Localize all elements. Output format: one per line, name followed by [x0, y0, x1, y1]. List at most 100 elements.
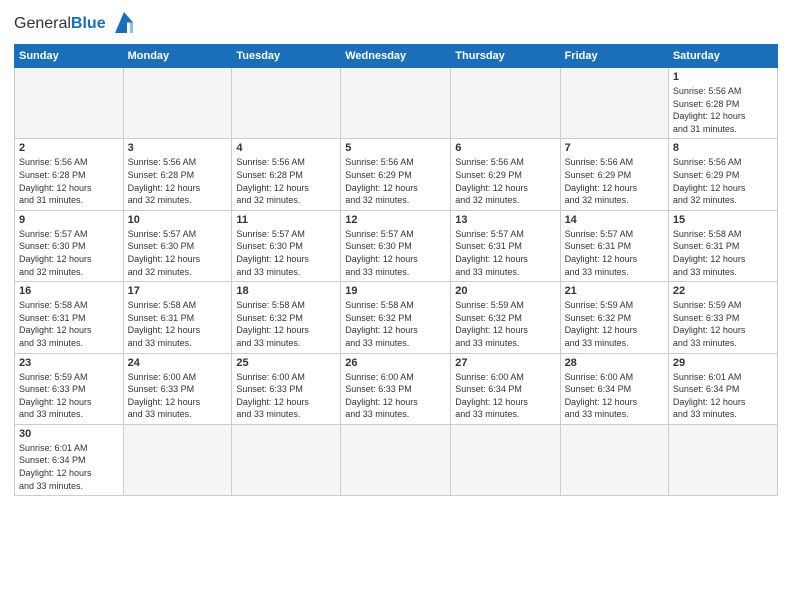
calendar-cell: 30 Sunrise: 6:01 AMSunset: 6:34 PMDayligh…	[15, 424, 124, 495]
day-info: Sunrise: 5:58 AMSunset: 6:32 PMDaylight:…	[345, 299, 446, 349]
calendar-cell: 6 Sunrise: 5:56 AMSunset: 6:29 PMDaylight…	[451, 139, 560, 210]
calendar-cell: 8Sunrise: 5:56 AMSunset: 6:29 PMDaylight…	[668, 139, 777, 210]
day-number: 27	[455, 357, 555, 369]
day-number: 21	[565, 285, 664, 297]
day-info: Sunrise: 6:00 AMSunset: 6:33 PMDaylight:…	[236, 371, 336, 421]
calendar-cell	[123, 424, 232, 495]
day-info: Sunrise: 6:00 AMSunset: 6:33 PMDaylight:…	[345, 371, 446, 421]
day-info: Sunrise: 5:56 AMSunset: 6:28 PMDaylight:…	[128, 156, 228, 206]
calendar-cell: 17 Sunrise: 5:58 AMSunset: 6:31 PMDayligh…	[123, 282, 232, 353]
day-number: 25	[236, 357, 336, 369]
logo-text: GeneralBlue	[14, 15, 106, 33]
day-info: Sunrise: 5:56 AMSunset: 6:28 PMDaylight:…	[673, 85, 773, 135]
calendar-cell: 25 Sunrise: 6:00 AMSunset: 6:33 PMDayligh…	[232, 353, 341, 424]
day-number: 1	[673, 71, 773, 83]
day-number: 13	[455, 214, 555, 226]
day-number: 9	[19, 214, 119, 226]
day-info: Sunrise: 5:58 AMSunset: 6:32 PMDaylight:…	[236, 299, 336, 349]
calendar-cell: 24 Sunrise: 6:00 AMSunset: 6:33 PMDayligh…	[123, 353, 232, 424]
day-info: Sunrise: 5:57 AMSunset: 6:30 PMDaylight:…	[345, 228, 446, 278]
day-info: Sunrise: 6:01 AMSunset: 6:34 PMDaylight:…	[673, 371, 773, 421]
calendar-cell: 15Sunrise: 5:58 AMSunset: 6:31 PMDayligh…	[668, 210, 777, 281]
calendar-cell: 14 Sunrise: 5:57 AMSunset: 6:31 PMDayligh…	[560, 210, 668, 281]
day-info: Sunrise: 5:56 AMSunset: 6:29 PMDaylight:…	[455, 156, 555, 206]
calendar-cell	[451, 424, 560, 495]
day-info: Sunrise: 5:57 AMSunset: 6:31 PMDaylight:…	[565, 228, 664, 278]
calendar-cell	[232, 68, 341, 139]
day-number: 8	[673, 142, 773, 154]
calendar-cell	[451, 68, 560, 139]
day-number: 22	[673, 285, 773, 297]
calendar-week-3: 9 Sunrise: 5:57 AMSunset: 6:30 PMDaylight…	[15, 210, 778, 281]
calendar-cell: 2 Sunrise: 5:56 AMSunset: 6:28 PMDaylight…	[15, 139, 124, 210]
day-number: 11	[236, 214, 336, 226]
day-number: 26	[345, 357, 446, 369]
day-info: Sunrise: 5:57 AMSunset: 6:30 PMDaylight:…	[236, 228, 336, 278]
day-number: 7	[565, 142, 664, 154]
day-info: Sunrise: 6:00 AMSunset: 6:34 PMDaylight:…	[455, 371, 555, 421]
weekday-header-wednesday: Wednesday	[341, 45, 451, 68]
calendar-week-2: 2 Sunrise: 5:56 AMSunset: 6:28 PMDaylight…	[15, 139, 778, 210]
day-info: Sunrise: 5:58 AMSunset: 6:31 PMDaylight:…	[128, 299, 228, 349]
calendar-cell: 12Sunrise: 5:57 AMSunset: 6:30 PMDayligh…	[341, 210, 451, 281]
day-number: 30	[19, 428, 119, 440]
day-number: 19	[345, 285, 446, 297]
day-info: Sunrise: 5:56 AMSunset: 6:28 PMDaylight:…	[19, 156, 119, 206]
weekday-header-tuesday: Tuesday	[232, 45, 341, 68]
day-info: Sunrise: 5:59 AMSunset: 6:32 PMDaylight:…	[455, 299, 555, 349]
calendar-cell: 1 Sunrise: 5:56 AMSunset: 6:28 PMDaylight…	[668, 68, 777, 139]
calendar-week-4: 16 Sunrise: 5:58 AMSunset: 6:31 PMDayligh…	[15, 282, 778, 353]
calendar-cell	[341, 68, 451, 139]
calendar: SundayMondayTuesdayWednesdayThursdayFrid…	[14, 44, 778, 496]
calendar-cell	[341, 424, 451, 495]
day-number: 23	[19, 357, 119, 369]
calendar-cell	[560, 68, 668, 139]
day-info: Sunrise: 5:57 AMSunset: 6:30 PMDaylight:…	[128, 228, 228, 278]
calendar-cell	[668, 424, 777, 495]
calendar-cell: 23Sunrise: 5:59 AMSunset: 6:33 PMDayligh…	[15, 353, 124, 424]
day-info: Sunrise: 5:59 AMSunset: 6:32 PMDaylight:…	[565, 299, 664, 349]
day-number: 14	[565, 214, 664, 226]
day-number: 6	[455, 142, 555, 154]
day-number: 16	[19, 285, 119, 297]
day-number: 2	[19, 142, 119, 154]
day-info: Sunrise: 5:57 AMSunset: 6:30 PMDaylight:…	[19, 228, 119, 278]
day-info: Sunrise: 6:00 AMSunset: 6:33 PMDaylight:…	[128, 371, 228, 421]
calendar-week-1: 1 Sunrise: 5:56 AMSunset: 6:28 PMDaylight…	[15, 68, 778, 139]
calendar-cell: 9 Sunrise: 5:57 AMSunset: 6:30 PMDaylight…	[15, 210, 124, 281]
day-number: 10	[128, 214, 228, 226]
weekday-header-monday: Monday	[123, 45, 232, 68]
day-number: 20	[455, 285, 555, 297]
calendar-cell: 13 Sunrise: 5:57 AMSunset: 6:31 PMDayligh…	[451, 210, 560, 281]
day-number: 24	[128, 357, 228, 369]
weekday-header-thursday: Thursday	[451, 45, 560, 68]
day-number: 3	[128, 142, 228, 154]
day-number: 15	[673, 214, 773, 226]
day-number: 28	[565, 357, 664, 369]
day-info: Sunrise: 6:01 AMSunset: 6:34 PMDaylight:…	[19, 442, 119, 492]
day-number: 4	[236, 142, 336, 154]
day-info: Sunrise: 5:56 AMSunset: 6:29 PMDaylight:…	[565, 156, 664, 206]
calendar-cell: 4 Sunrise: 5:56 AMSunset: 6:28 PMDaylight…	[232, 139, 341, 210]
day-number: 18	[236, 285, 336, 297]
calendar-cell: 26 Sunrise: 6:00 AMSunset: 6:33 PMDayligh…	[341, 353, 451, 424]
calendar-cell	[123, 68, 232, 139]
calendar-cell: 18 Sunrise: 5:58 AMSunset: 6:32 PMDayligh…	[232, 282, 341, 353]
weekday-header-saturday: Saturday	[668, 45, 777, 68]
day-number: 17	[128, 285, 228, 297]
day-number: 5	[345, 142, 446, 154]
day-info: Sunrise: 5:58 AMSunset: 6:31 PMDaylight:…	[19, 299, 119, 349]
calendar-cell: 3 Sunrise: 5:56 AMSunset: 6:28 PMDaylight…	[123, 139, 232, 210]
calendar-cell: 5Sunrise: 5:56 AMSunset: 6:29 PMDaylight…	[341, 139, 451, 210]
calendar-cell: 7 Sunrise: 5:56 AMSunset: 6:29 PMDaylight…	[560, 139, 668, 210]
day-info: Sunrise: 5:56 AMSunset: 6:28 PMDaylight:…	[236, 156, 336, 206]
calendar-cell: 11 Sunrise: 5:57 AMSunset: 6:30 PMDayligh…	[232, 210, 341, 281]
day-info: Sunrise: 5:57 AMSunset: 6:31 PMDaylight:…	[455, 228, 555, 278]
page: GeneralBlue SundayMondayTuesdayWednesday…	[0, 0, 792, 506]
calendar-cell: 20 Sunrise: 5:59 AMSunset: 6:32 PMDayligh…	[451, 282, 560, 353]
day-info: Sunrise: 6:00 AMSunset: 6:34 PMDaylight:…	[565, 371, 664, 421]
calendar-cell	[15, 68, 124, 139]
day-number: 29	[673, 357, 773, 369]
calendar-cell	[232, 424, 341, 495]
calendar-cell: 16 Sunrise: 5:58 AMSunset: 6:31 PMDayligh…	[15, 282, 124, 353]
